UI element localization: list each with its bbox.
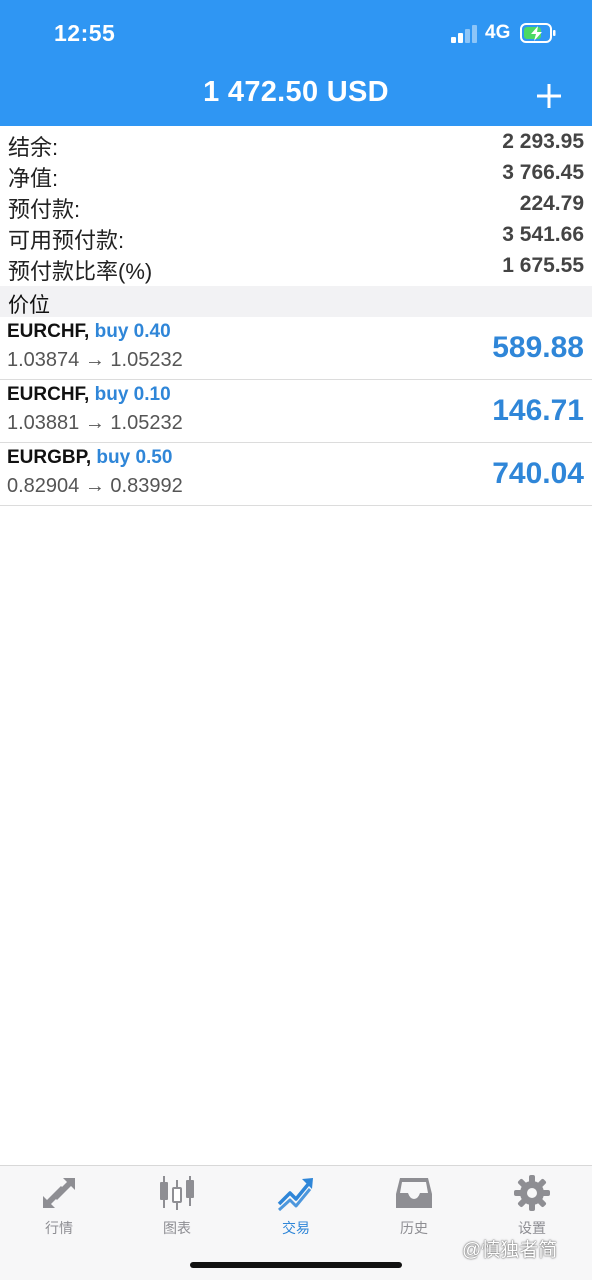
position-profit: 740.04 (492, 457, 584, 490)
margin-label: 预付款: (8, 197, 81, 222)
position-symbol: EURGBP, (7, 447, 92, 468)
position-profit: 589.88 (492, 331, 584, 364)
account-summary: 结余: 2 293.95 净值: 3 766.45 预付款: 224.79 可用… (0, 128, 592, 284)
position-profit: 146.71 (492, 394, 584, 427)
free-margin-label: 可用预付款: (8, 228, 125, 253)
tab-label: 图表 (163, 1220, 191, 1236)
section-title: 价位 (8, 294, 50, 317)
tab-label: 历史 (400, 1220, 428, 1236)
balance-value: 2 293.95 (502, 130, 584, 153)
position-side: buy 0.10 (94, 384, 171, 405)
history-inbox-icon (396, 1178, 432, 1208)
balance-label: 结余: (8, 135, 59, 160)
position-row[interactable]: EURCHF, buy 0.10 1.03881 → 1.05232 146.7… (0, 380, 592, 443)
equity-value: 3 766.45 (502, 161, 584, 184)
free-margin-value: 3 541.66 (502, 223, 584, 246)
margin-row: 预付款: 224.79 (0, 190, 592, 222)
tab-settings[interactable]: 设置 (473, 1174, 591, 1242)
position-symbol: EURCHF, (7, 384, 90, 405)
position-prices: 1.03874 → 1.05232 (7, 349, 183, 371)
balance-row: 结余: 2 293.95 (0, 128, 592, 160)
tab-trade[interactable]: 交易 (237, 1174, 355, 1242)
margin-level-value: 1 675.55 (502, 254, 584, 277)
candlestick-chart-icon (160, 1176, 194, 1210)
equity-row: 净值: 3 766.45 (0, 159, 592, 191)
margin-level-row: 预付款比率(%) 1 675.55 (0, 252, 592, 284)
quotes-arrows-icon (43, 1178, 75, 1208)
position-symbol: EURCHF, (7, 321, 90, 342)
tab-quotes[interactable]: 行情 (0, 1174, 118, 1242)
watermark-text: @慎独者简 (462, 1240, 558, 1261)
position-side: buy 0.40 (94, 321, 171, 342)
network-type: 4G (485, 22, 511, 43)
header-bar: 12:55 4G 1 472.50 USD (0, 0, 592, 126)
tab-label: 行情 (45, 1220, 73, 1236)
equity-label: 净值: (8, 166, 59, 191)
page-title: 1 472.50 USD (203, 76, 389, 108)
positions-list: EURCHF, buy 0.40 1.03874 → 1.05232 589.8… (0, 317, 592, 506)
trade-trend-icon (277, 1178, 313, 1212)
position-prices: 1.03881 → 1.05232 (7, 412, 183, 434)
battery-charging-icon (520, 23, 556, 43)
tab-charts[interactable]: 图表 (118, 1174, 236, 1242)
position-row[interactable]: EURCHF, buy 0.40 1.03874 → 1.05232 589.8… (0, 317, 592, 380)
mt-trade-screen: 12:55 4G 1 472.50 USD 结余: 2 293.95 净值: 3… (0, 0, 592, 1280)
home-indicator[interactable] (190, 1262, 402, 1268)
tab-history[interactable]: 历史 (355, 1174, 473, 1242)
position-side: buy 0.50 (96, 447, 173, 468)
settings-gear-icon (514, 1175, 550, 1211)
plus-icon[interactable] (534, 81, 564, 111)
position-prices: 0.82904 → 0.83992 (7, 475, 183, 497)
margin-level-label: 预付款比率(%) (8, 259, 153, 284)
positions-section-header: 价位 (0, 286, 592, 317)
free-margin-row: 可用预付款: 3 541.66 (0, 221, 592, 253)
status-time: 12:55 (54, 20, 116, 46)
tab-label: 交易 (282, 1220, 310, 1236)
cellular-signal-icon (451, 25, 479, 43)
margin-value: 224.79 (519, 192, 584, 215)
position-row[interactable]: EURGBP, buy 0.50 0.82904 → 0.83992 740.0… (0, 443, 592, 506)
